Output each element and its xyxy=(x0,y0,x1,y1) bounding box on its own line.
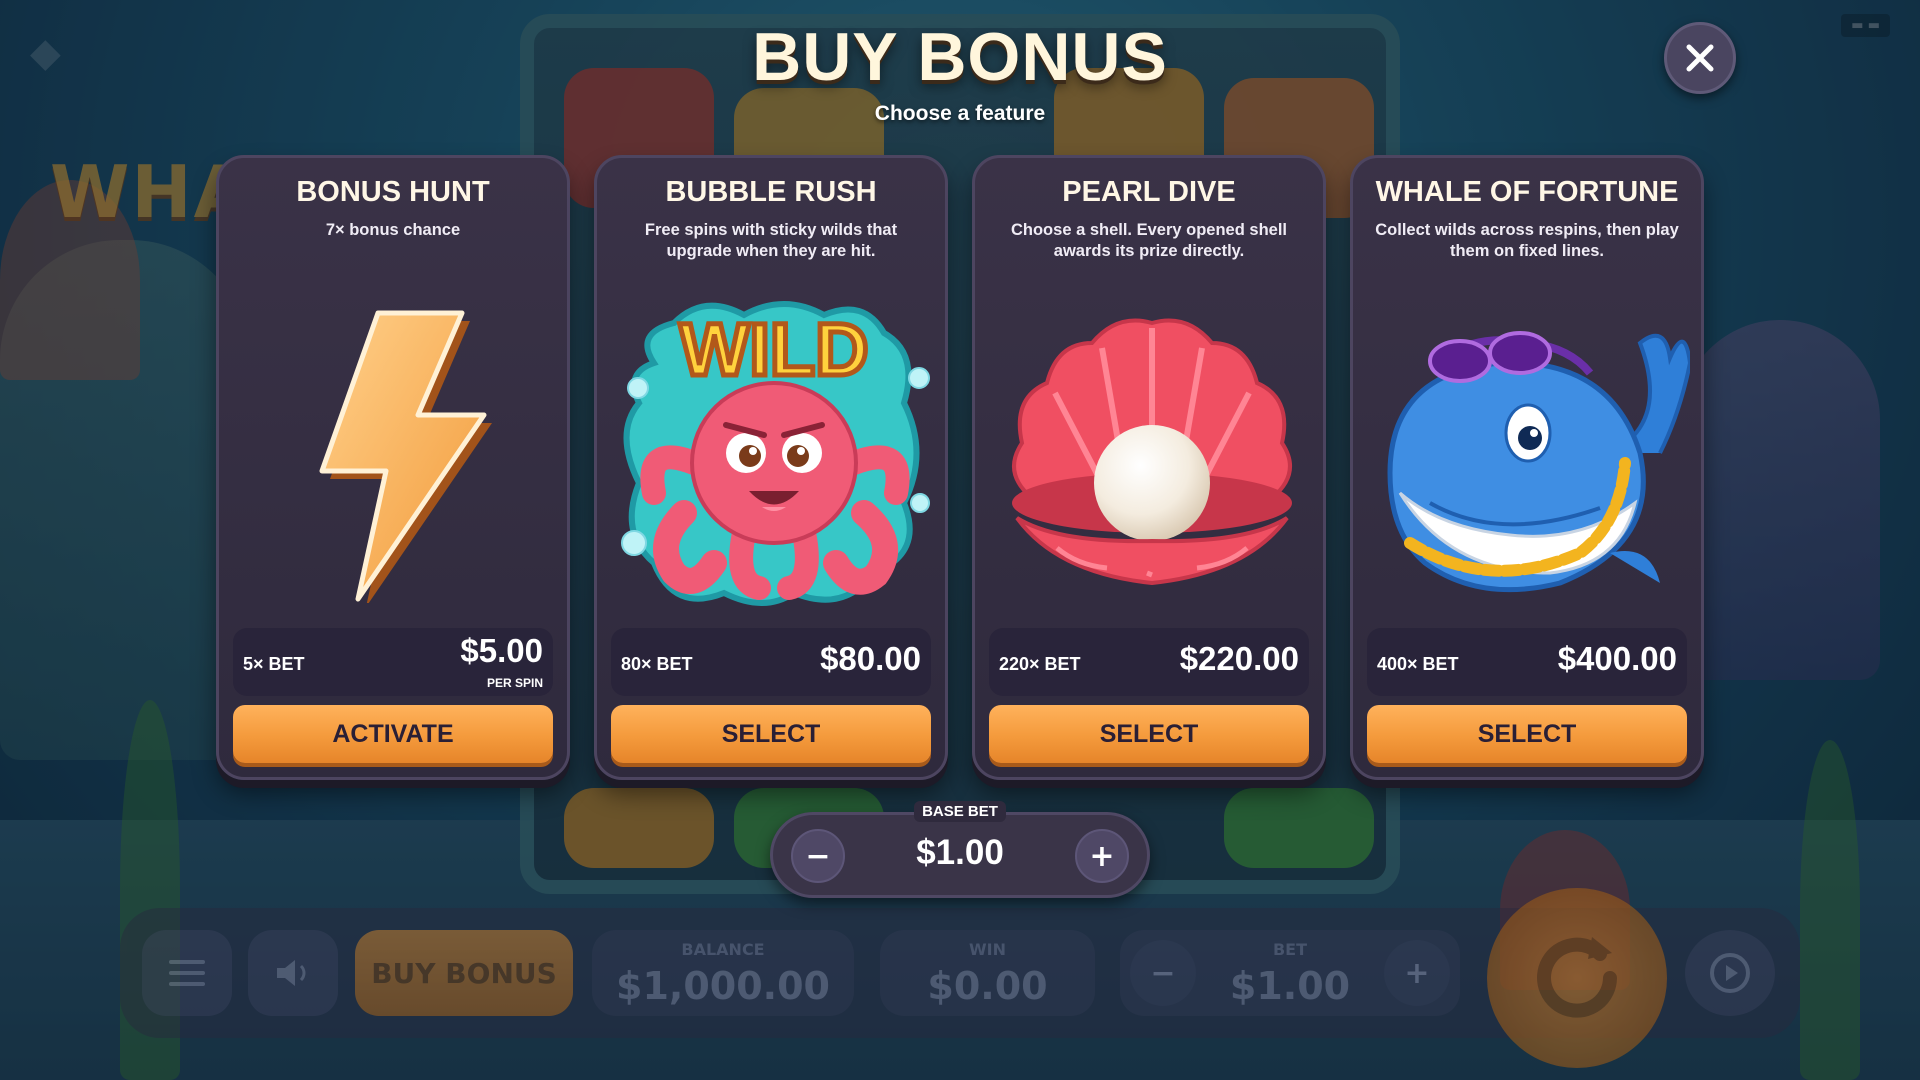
balance-display: BALANCE $1,000.00 xyxy=(592,930,854,1016)
price-amount: $220.00 xyxy=(1179,640,1299,677)
feature-card-whale-of-fortune: WHALE OF FORTUNE Collect wilds across re… xyxy=(1350,155,1704,780)
bet-multiplier: 400× BET xyxy=(1377,654,1459,674)
card-title: BONUS HUNT xyxy=(296,176,490,208)
spin-icon xyxy=(1537,937,1617,1018)
bet-multiplier: 80× BET xyxy=(621,654,693,674)
feature-cards: BONUS HUNT 7× bonus chance 5× BET $5.00 … xyxy=(216,155,1704,780)
price-amount: $400.00 xyxy=(1557,640,1677,677)
modal-title: BUY BONUS xyxy=(752,19,1168,95)
base-bet-stepper: BASE BET − $1.00 + xyxy=(770,801,1150,898)
autoplay-icon xyxy=(1710,953,1750,993)
feature-card-pearl-dive: PEARL DIVE Choose a shell. Every opened … xyxy=(972,155,1326,780)
base-bet-label: BASE BET xyxy=(914,801,1006,822)
price-row: 80× BET $80.00 xyxy=(611,628,931,696)
price-amount: $5.00 xyxy=(460,632,543,669)
base-bet-increase-button[interactable]: + xyxy=(1075,829,1129,883)
card-title: WHALE OF FORTUNE xyxy=(1375,176,1679,208)
whale-sunglasses-icon xyxy=(1387,331,1690,593)
close-icon xyxy=(1686,44,1714,72)
card-description: Free spins with sticky wilds that upgrad… xyxy=(644,221,898,261)
win-display: WIN $0.00 xyxy=(880,930,1095,1016)
feature-card-bubble-rush: BUBBLE RUSH Free spins with sticky wilds… xyxy=(594,155,948,780)
win-value: $0.00 xyxy=(927,964,1048,1008)
spin-button[interactable] xyxy=(1487,888,1667,1068)
price-row: 400× BET $400.00 xyxy=(1367,628,1687,696)
balance-label: BALANCE xyxy=(681,940,765,959)
select-button[interactable]: SELECT xyxy=(989,705,1309,763)
feature-card-bonus-hunt: BONUS HUNT 7× bonus chance 5× BET $5.00 … xyxy=(216,155,570,780)
select-button[interactable]: SELECT xyxy=(611,705,931,763)
card-art xyxy=(1370,293,1690,613)
sound-button[interactable] xyxy=(248,930,338,1016)
pearl-shell-icon xyxy=(1012,318,1292,586)
balance-value: $1,000.00 xyxy=(616,964,830,1008)
wild-label: WILD xyxy=(679,308,868,391)
price-per-spin: PER SPIN xyxy=(486,676,543,690)
win-label: WIN xyxy=(969,940,1006,959)
modal-subtitle: Choose a feature xyxy=(874,102,1046,125)
bet-increase-button[interactable]: + xyxy=(1384,940,1450,1006)
octopus-wild-icon: WILD xyxy=(621,301,930,606)
close-button[interactable] xyxy=(1664,22,1736,94)
price-amount: $80.00 xyxy=(820,640,921,677)
card-description: 7× bonus chance xyxy=(325,221,461,239)
buy-bonus-button[interactable]: BUY BONUS xyxy=(355,930,573,1016)
autoplay-button[interactable] xyxy=(1685,930,1775,1016)
card-art: WILD xyxy=(614,293,934,613)
card-description: Collect wilds across respins, then play … xyxy=(1375,221,1679,261)
card-title: BUBBLE RUSH xyxy=(665,176,877,208)
speaker-icon xyxy=(277,960,306,986)
lightning-bolt-icon xyxy=(319,310,492,603)
bet-display: − BET $1.00 + xyxy=(1120,930,1460,1016)
card-title: PEARL DIVE xyxy=(1062,176,1236,208)
price-row: 5× BET $5.00 PER SPIN xyxy=(233,628,553,696)
select-button[interactable]: SELECT xyxy=(1367,705,1687,763)
bet-multiplier: 220× BET xyxy=(999,654,1081,674)
menu-icon xyxy=(169,960,205,986)
menu-button[interactable] xyxy=(142,930,232,1016)
activate-button[interactable]: ACTIVATE xyxy=(233,705,553,763)
card-description: Choose a shell. Every opened shell award… xyxy=(1010,221,1287,261)
card-art xyxy=(236,293,556,613)
price-row: 220× BET $220.00 xyxy=(989,628,1309,696)
bet-multiplier: 5× BET xyxy=(243,654,305,674)
card-art xyxy=(992,293,1312,613)
